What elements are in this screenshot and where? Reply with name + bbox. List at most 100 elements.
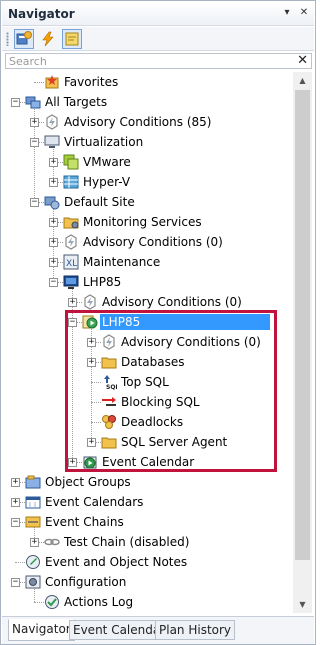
expand-toggle-icon[interactable]: +	[68, 458, 77, 467]
tree-item-maintenance[interactable]: + XL Maintenance	[5, 252, 293, 272]
tree-item-advisory-conditions-0[interactable]: + Advisory Conditions (0)	[5, 332, 293, 352]
expand-toggle-icon[interactable]: +	[49, 238, 58, 247]
deadlocks-icon	[101, 414, 117, 430]
collapse-toggle-icon[interactable]: −	[30, 138, 39, 147]
collapse-toggle-icon[interactable]: −	[11, 518, 20, 527]
expand-toggle-icon[interactable]: +	[49, 218, 58, 227]
tree-item-label: LHP85	[83, 275, 122, 289]
expand-toggle-icon[interactable]: +	[68, 298, 77, 307]
tree-item-configuration[interactable]: − Configuration	[5, 572, 293, 592]
tree-item-event-calendars[interactable]: + Event Calendars	[5, 492, 293, 512]
tree-item-object-groups[interactable]: + Object Groups	[5, 472, 293, 492]
tree-item-favorites[interactable]: Favorites	[5, 72, 293, 92]
pin-dropdown-icon[interactable]: ▾	[280, 6, 294, 20]
tree-item-label: Maintenance	[83, 255, 161, 269]
tab-navigator[interactable]: Navigator	[8, 619, 75, 641]
expand-toggle-icon[interactable]: +	[87, 338, 96, 347]
tree-item-label: Deadlocks	[121, 415, 184, 429]
tree-scrollbar[interactable]: ▲ ▼	[293, 72, 312, 613]
expand-toggle-icon[interactable]: +	[49, 158, 58, 167]
collapse-toggle-icon[interactable]: −	[11, 98, 20, 107]
tree-item-blocking-sql[interactable]: Blocking SQL	[5, 392, 293, 412]
folder-icon	[101, 434, 117, 450]
add-targets-button[interactable]	[14, 29, 34, 49]
tree-item-databases[interactable]: + Databases	[5, 352, 293, 372]
add-icon	[16, 31, 32, 45]
search-input[interactable]	[9, 54, 289, 68]
expand-toggle-icon[interactable]: +	[11, 498, 20, 507]
tree-item-event-chains[interactable]: − Event Chains	[5, 512, 293, 532]
expand-toggle-icon[interactable]: +	[87, 358, 96, 367]
tree-item-default-site[interactable]: − Default Site	[5, 192, 293, 212]
expand-toggle-icon[interactable]: +	[49, 258, 58, 267]
chain-icon	[44, 534, 60, 550]
tree-item-sql-server-agent[interactable]: + SQL Server Agent	[5, 432, 293, 452]
close-icon[interactable]: ✕	[297, 6, 311, 20]
collapse-toggle-icon[interactable]: −	[68, 318, 77, 327]
tree-branch-line	[34, 602, 44, 603]
tree-branch-line	[15, 562, 25, 563]
tree-item-actions-log[interactable]: Actions Log	[5, 592, 293, 612]
tree-item-label: LHP85	[100, 314, 270, 330]
tree-item-lhp85[interactable]: − LHP85	[5, 312, 293, 332]
folder-icon	[101, 354, 117, 370]
tree-item-monitoring-services[interactable]: + Monitoring Services	[5, 212, 293, 232]
tree-item-event-calendar[interactable]: + Event Calendar	[5, 452, 293, 472]
tree-item-advisory-conditions-0[interactable]: + Advisory Conditions (0)	[5, 232, 293, 252]
advisory-icon	[101, 334, 117, 350]
tree-item-top-sql[interactable]: SQL Top SQL	[5, 372, 293, 392]
tree-item-advisory-conditions-0[interactable]: + Advisory Conditions (0)	[5, 292, 293, 312]
tree-item-label: Advisory Conditions (0)	[83, 235, 223, 249]
bottom-tabs: Navigator Event Calendar Plan History	[2, 616, 314, 644]
tree-item-label: Advisory Conditions (0)	[102, 295, 242, 309]
tree-item-lhp85[interactable]: − LHP85	[5, 272, 293, 292]
event-chains-icon	[25, 514, 41, 530]
tree-item-virtualization[interactable]: − Virtualization	[5, 132, 293, 152]
scroll-up-arrow-icon[interactable]: ▲	[293, 72, 312, 89]
tree-item-advisory-conditions-85[interactable]: + Advisory Conditions (85)	[5, 112, 293, 132]
scrollbar-thumb[interactable]	[295, 90, 310, 560]
navigator-panel: Navigator ▾ ✕ ✕ Favorit	[0, 0, 316, 645]
toolbar	[2, 27, 314, 51]
expand-toggle-icon[interactable]: +	[87, 438, 96, 447]
toolbar-grip[interactable]	[6, 32, 9, 46]
expand-toggle-icon[interactable]: +	[30, 538, 39, 547]
collapse-toggle-icon[interactable]: −	[30, 198, 39, 207]
notes-icon	[25, 554, 41, 570]
tree-item-label: Test Chain (disabled)	[64, 535, 190, 549]
expand-toggle-icon[interactable]: +	[49, 178, 58, 187]
tree-branch-line	[91, 402, 101, 403]
tree-item-label: Blocking SQL	[121, 395, 200, 409]
lightning-icon	[42, 31, 54, 47]
svg-text:XL: XL	[66, 259, 77, 269]
tree-item-deadlocks[interactable]: Deadlocks	[5, 412, 293, 432]
tree-branch-line	[91, 422, 101, 423]
note-icon	[65, 32, 79, 46]
vmware-icon	[63, 154, 79, 170]
tree-item-label: Default Site	[64, 195, 135, 209]
sql-server-icon	[82, 314, 98, 330]
tree-item-event-and-object-notes[interactable]: Event and Object Notes	[5, 552, 293, 572]
advisory-icon	[44, 114, 60, 130]
tree-item-label: Actions Log	[64, 595, 134, 609]
calendars-icon	[25, 494, 41, 510]
hyperv-icon	[63, 174, 79, 190]
collapse-toggle-icon[interactable]: −	[49, 278, 58, 287]
tree-item-label: All Targets	[45, 95, 108, 109]
tree-item-label: Top SQL	[121, 375, 169, 389]
panel-title: Navigator	[8, 7, 75, 21]
tab-plan-history[interactable]: Plan History	[155, 620, 236, 640]
scroll-down-arrow-icon[interactable]: ▼	[293, 596, 312, 613]
tree-item-test-chain-disabled[interactable]: + Test Chain (disabled)	[5, 532, 293, 552]
favorites-icon	[44, 74, 60, 90]
tree-item-all-targets[interactable]: − All Targets	[5, 92, 293, 112]
tree-item-hyper-v[interactable]: + Hyper-V	[5, 172, 293, 192]
collapse-toggle-icon[interactable]: −	[11, 578, 20, 587]
notes-button[interactable]	[62, 29, 82, 49]
panel-titlebar: Navigator ▾ ✕	[2, 2, 314, 26]
tree-item-vmware[interactable]: + VMware	[5, 152, 293, 172]
expand-toggle-icon[interactable]: +	[11, 478, 20, 487]
quick-action-button[interactable]	[38, 29, 58, 49]
expand-toggle-icon[interactable]: +	[30, 118, 39, 127]
clear-search-icon[interactable]: ✕	[297, 53, 308, 68]
